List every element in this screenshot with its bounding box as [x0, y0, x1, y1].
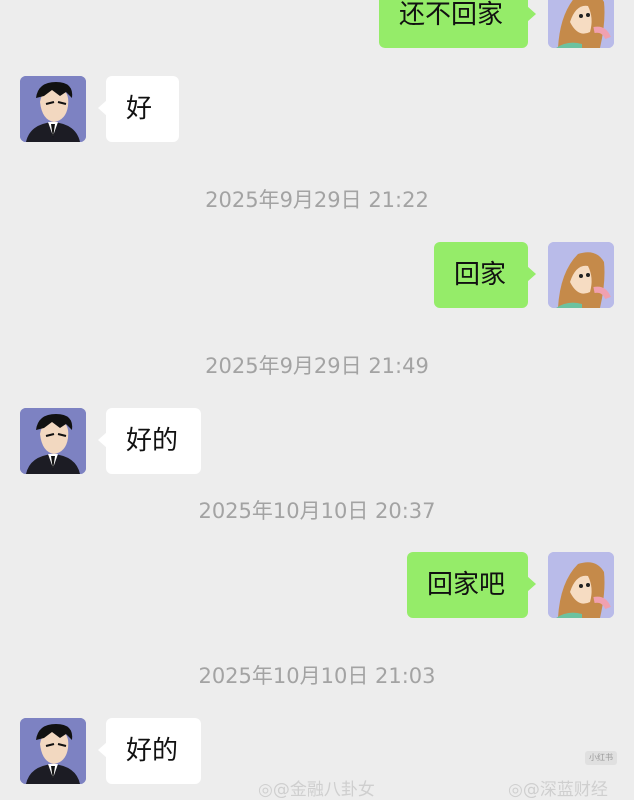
- timestamp: 2025年10月10日 20:37: [198, 499, 436, 523]
- watermark-right: ◎@深蓝财经: [508, 775, 608, 800]
- male-avatar[interactable]: [20, 718, 86, 784]
- female-avatar-icon: [548, 0, 614, 48]
- female-avatar-icon: [548, 242, 614, 308]
- watermark-badge: 小红书: [585, 751, 617, 765]
- received-message-bubble[interactable]: 好: [98, 76, 179, 142]
- male-avatar[interactable]: [20, 408, 86, 474]
- timestamp: 2025年9月29日 21:22: [205, 188, 429, 212]
- male-avatar-icon: [20, 76, 86, 142]
- weibo-icon: ◎: [258, 780, 273, 800]
- received-message-bubble[interactable]: 好的: [98, 408, 201, 474]
- male-avatar-icon: [20, 408, 86, 474]
- sent-message-bubble[interactable]: 回家吧: [407, 552, 536, 618]
- timestamp: 2025年9月29日 21:49: [205, 354, 429, 378]
- female-avatar[interactable]: [548, 242, 614, 308]
- watermark-left: ◎@金融八卦女: [258, 775, 375, 800]
- timestamp: 2025年10月10日 21:03: [198, 664, 436, 688]
- watermark-left-text: @金融八卦女: [272, 780, 375, 800]
- sent-message-bubble[interactable]: 回家: [434, 242, 536, 308]
- female-avatar-icon: [548, 552, 614, 618]
- male-avatar-icon: [20, 718, 86, 784]
- female-avatar[interactable]: [548, 552, 614, 618]
- received-message-bubble[interactable]: 好的: [98, 718, 201, 784]
- watermark-right-text: @深蓝财经: [522, 780, 608, 800]
- male-avatar[interactable]: [20, 76, 86, 142]
- female-avatar[interactable]: [548, 0, 614, 48]
- sent-message-bubble[interactable]: 还不回家: [379, 0, 536, 48]
- weibo-icon: ◎: [508, 780, 523, 800]
